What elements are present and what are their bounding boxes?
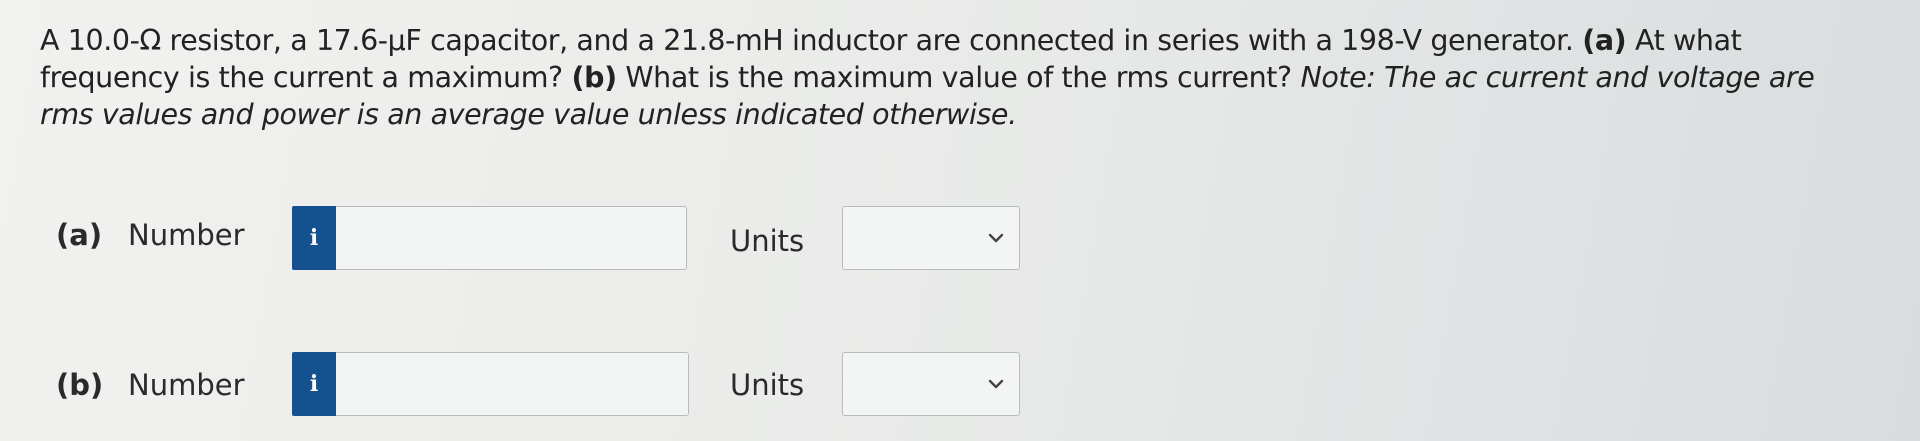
question-text: A 10.0-Ω resistor, a 17.6-μF capacitor, …	[40, 22, 1870, 133]
chevron-down-icon	[988, 379, 1004, 389]
part-b-units-label: Units	[730, 368, 805, 402]
question-part-b-text: What is the maximum value of the rms cur…	[625, 61, 1292, 94]
info-icon: i	[309, 225, 319, 251]
part-b-units-select[interactable]	[842, 352, 1020, 416]
question-part-b-label: (b)	[571, 61, 617, 94]
part-a-units-select[interactable]	[842, 206, 1020, 270]
part-b-number-input[interactable]	[336, 352, 689, 416]
part-b-number-label: Number	[128, 368, 245, 402]
part-a-info-button[interactable]: i	[292, 206, 336, 270]
part-b-letter: (b)	[56, 368, 104, 402]
question-intro: A 10.0-Ω resistor, a 17.6-μF capacitor, …	[40, 24, 1574, 57]
question-part-a-label: (a)	[1582, 24, 1627, 57]
part-a-number-input[interactable]	[336, 206, 687, 270]
info-icon: i	[309, 371, 319, 397]
part-a-units-label: Units	[730, 224, 805, 258]
part-a-letter: (a)	[56, 218, 103, 252]
part-a-number-label: Number	[128, 218, 245, 252]
part-b-info-button[interactable]: i	[292, 352, 336, 416]
chevron-down-icon	[988, 233, 1004, 243]
